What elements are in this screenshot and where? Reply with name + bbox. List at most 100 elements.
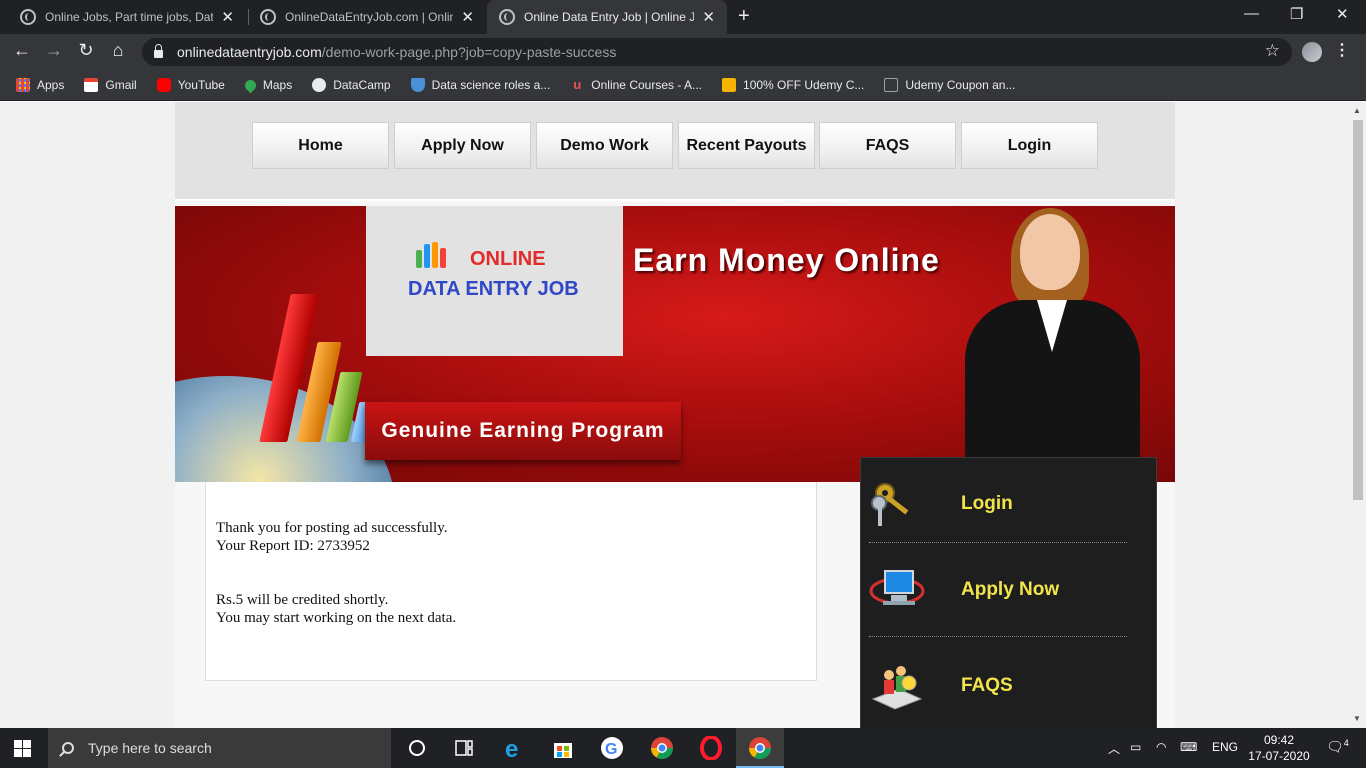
page-scrollbar[interactable]: ▲ ▼ (1350, 102, 1366, 728)
browser-tab-1[interactable]: Online Jobs, Part time jobs, Data ✕ (8, 0, 246, 34)
nav-login[interactable]: Login (961, 122, 1098, 169)
svg-text:G: G (605, 741, 617, 758)
globe-icon (499, 9, 515, 25)
google-icon[interactable]: G (600, 736, 624, 760)
site-container: Home Apply Now Demo Work Recent Payouts … (175, 102, 1175, 728)
clock-time: 09:42 (1263, 733, 1295, 747)
globe-icon (20, 9, 36, 25)
url-path: /demo-work-page.php?job=copy-paste-succe… (321, 44, 617, 60)
scroll-down-arrow-icon[interactable]: ▼ (1353, 714, 1361, 723)
windows-start-icon[interactable] (14, 740, 31, 757)
page-viewport: Home Apply Now Demo Work Recent Payouts … (0, 102, 1350, 728)
nav-home[interactable]: Home (252, 122, 389, 169)
close-tab-icon[interactable]: ✕ (702, 8, 715, 26)
store-icon[interactable] (551, 736, 575, 760)
back-arrow-icon[interactable]: ← (10, 40, 34, 61)
minimize-button[interactable]: — (1244, 5, 1259, 22)
sidebar-item-login[interactable]: Login (869, 462, 1129, 546)
bookmark-apps[interactable]: Apps (16, 78, 64, 92)
keys-icon (869, 479, 925, 529)
credit-notice: Rs.5 will be credited shortly. (216, 592, 389, 608)
bookmark-udemy-off[interactable]: 100% OFF Udemy C... (722, 78, 864, 92)
scroll-up-arrow-icon[interactable]: ▲ (1353, 106, 1361, 115)
bookmark-star-icon[interactable]: ☆ (1265, 41, 1280, 61)
close-window-button[interactable]: ✕ (1336, 5, 1349, 23)
close-tab-icon[interactable]: ✕ (221, 8, 234, 26)
taskbar-search-box[interactable]: Type here to search (48, 728, 391, 768)
bookmark-youtube[interactable]: YouTube (156, 78, 225, 92)
sidebar-item-label: Login (961, 493, 1013, 514)
show-hidden-icons-chevron-icon[interactable]: ︿ (1108, 740, 1120, 757)
bookmarks-bar: Apps Gmail YouTube Maps DataCamp Data sc… (0, 70, 1366, 101)
logo-text-online: ONLINE (470, 248, 546, 270)
bookmark-data-science-roles[interactable]: Data science roles a... (410, 78, 550, 92)
windows-taskbar: Type here to search e G ︿ ▭ ◠ ⌨ ENG 09:4… (0, 728, 1366, 768)
bookmark-datacamp[interactable]: DataCamp (312, 78, 391, 92)
tag-icon (722, 78, 737, 92)
nav-recent-payouts[interactable]: Recent Payouts (678, 122, 815, 169)
search-icon (62, 742, 74, 754)
report-id: Your Report ID: 2733952 (216, 538, 370, 554)
browser-tab-2[interactable]: OnlineDataEntryJob.com | Online ✕ (248, 0, 486, 34)
svg-text:e: e (505, 736, 518, 760)
bookmark-udemy-coupon[interactable]: Udemy Coupon an... (884, 78, 1015, 92)
chrome-icon[interactable] (650, 736, 674, 760)
sidebar-item-label: FAQS (961, 675, 1013, 696)
notification-center-icon[interactable]: 🗨4 (1326, 738, 1349, 756)
wifi-icon[interactable]: ◠ (1156, 740, 1166, 754)
apps-grid-icon (16, 78, 30, 92)
bookmark-maps[interactable]: Maps (242, 77, 292, 93)
globe-icon (260, 9, 276, 25)
reload-icon[interactable]: ↻ (74, 40, 98, 61)
next-data-notice: You may start working on the next data. (216, 610, 457, 626)
language-indicator[interactable]: ENG (1212, 740, 1238, 754)
internet-explorer-icon[interactable]: e (502, 736, 526, 763)
nav-demo-work[interactable]: Demo Work (536, 122, 673, 169)
search-placeholder: Type here to search (88, 740, 212, 756)
address-bar[interactable]: onlinedataentryjob.com/demo-work-page.ph… (142, 38, 1292, 66)
url-host: onlinedataentryjob.com (177, 44, 322, 60)
monitor-icon (869, 565, 925, 615)
active-taskbar-app[interactable] (736, 728, 784, 768)
forward-arrow-icon[interactable]: → (42, 40, 66, 61)
shield-icon (410, 78, 425, 92)
sidebar-item-faqs[interactable]: FAQS (869, 644, 1129, 728)
task-view-icon[interactable] (452, 736, 476, 760)
new-tab-button[interactable]: + (738, 5, 750, 28)
tab-title: OnlineDataEntryJob.com | Online (285, 10, 454, 24)
taskbar-clock[interactable]: 09:42 17-07-2020 (1246, 732, 1312, 764)
message-thanks: Thank you for posting ad successfully. (216, 520, 448, 536)
bookmark-online-courses[interactable]: u Online Courses - A... (570, 78, 702, 93)
tab-title: Online Jobs, Part time jobs, Data (45, 10, 214, 24)
lock-icon (154, 44, 163, 58)
banner-headline: Earn Money Online (633, 242, 940, 278)
menu-kebab-icon[interactable]: ⋮ (1334, 40, 1350, 60)
browser-tab-3-active[interactable]: Online Data Entry Job | Online Jo ✕ (487, 0, 727, 34)
logo-bars-icon (416, 242, 452, 268)
businesswoman-image (965, 208, 1145, 482)
chrome-icon (748, 736, 772, 760)
cortana-icon[interactable] (405, 736, 429, 760)
tab-title: Online Data Entry Job | Online Jo (524, 10, 695, 24)
sidebar-item-apply-now[interactable]: Apply Now (869, 548, 1129, 632)
nav-apply-now[interactable]: Apply Now (394, 122, 531, 169)
bookmark-gmail[interactable]: Gmail (84, 78, 137, 92)
battery-icon[interactable]: ▭ (1130, 740, 1141, 754)
keyboard-icon[interactable]: ⌨ (1180, 740, 1197, 754)
close-tab-icon[interactable]: ✕ (461, 8, 474, 26)
logo-text-data-entry-job: DATA ENTRY JOB (408, 278, 579, 300)
home-icon[interactable]: ⌂ (106, 40, 130, 61)
clock-date: 17-07-2020 (1248, 749, 1310, 763)
scrollbar-thumb[interactable] (1353, 120, 1363, 500)
rd-icon (884, 78, 899, 92)
profile-avatar[interactable] (1302, 42, 1322, 62)
banner-tagline: Genuine Earning Program (365, 402, 681, 460)
site-logo[interactable]: ONLINE DATA ENTRY JOB (366, 206, 623, 356)
site-nav: Home Apply Now Demo Work Recent Payouts … (175, 102, 1175, 201)
nav-faqs[interactable]: FAQS (819, 122, 956, 169)
people-icon (869, 661, 925, 711)
youtube-icon (156, 78, 171, 92)
restore-button[interactable]: ❐ (1290, 5, 1303, 23)
opera-icon[interactable] (699, 735, 723, 761)
notification-count: 4 (1343, 738, 1349, 748)
